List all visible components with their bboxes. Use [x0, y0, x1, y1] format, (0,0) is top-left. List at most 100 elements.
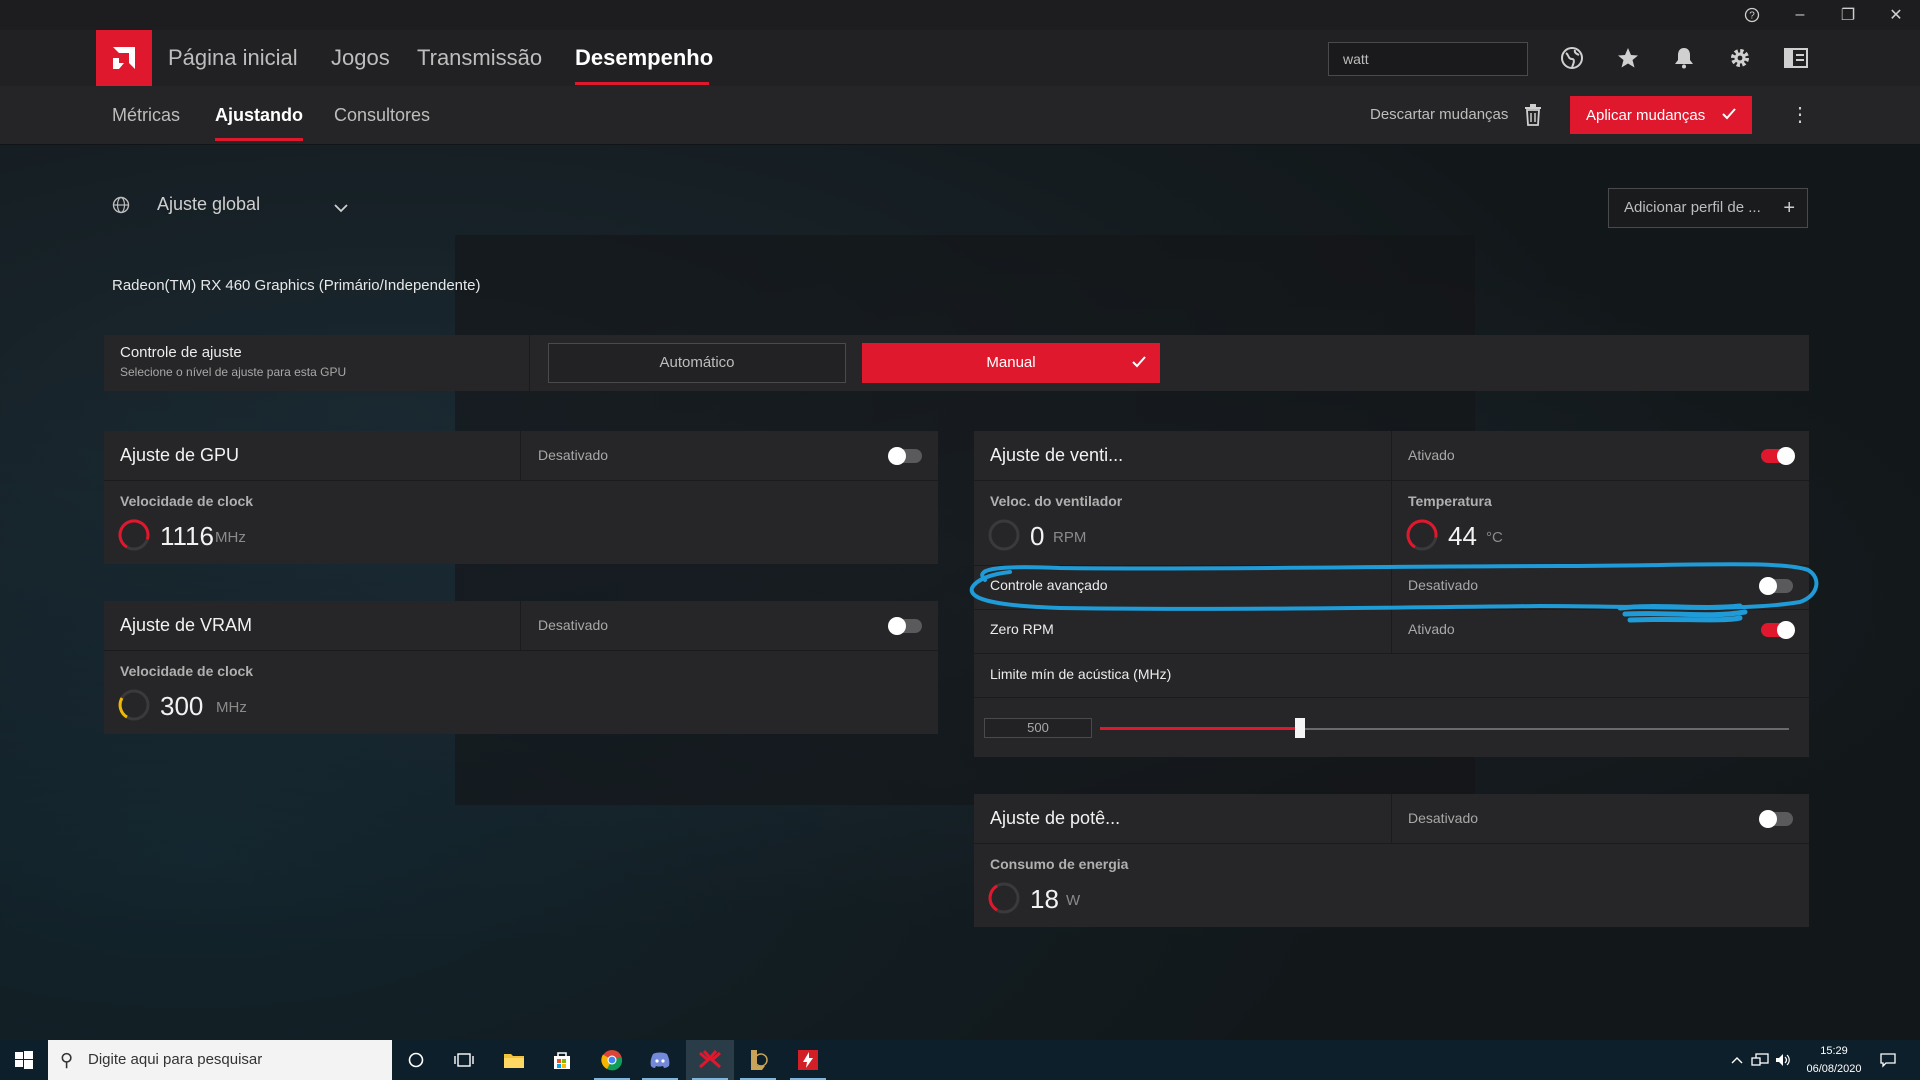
divider	[974, 653, 1809, 654]
divider	[520, 431, 521, 481]
nav-active-indicator	[575, 82, 709, 85]
manual-button[interactable]: Manual	[862, 343, 1160, 383]
title-bar: ? – ❐ ✕	[0, 0, 1920, 30]
divider	[1391, 481, 1392, 565]
zero-rpm-state: Ativado	[1408, 621, 1455, 637]
minimize-button[interactable]: –	[1776, 0, 1824, 30]
search-input[interactable]: watt	[1328, 42, 1528, 76]
tab-metrics[interactable]: Métricas	[112, 86, 180, 144]
vram-tuning-toggle[interactable]	[888, 617, 922, 635]
search-icon: ⚲	[60, 1050, 74, 1070]
nav-home[interactable]: Página inicial	[168, 30, 298, 86]
taskbar-search-placeholder: Digite aqui para pesquisar	[88, 1051, 263, 1068]
manual-label: Manual	[986, 354, 1036, 371]
nav-games[interactable]: Jogos	[331, 30, 390, 86]
fan-speed-gauge-icon	[988, 519, 1020, 551]
sub-navigation: Métricas Ajustando Consultores Descartar…	[0, 86, 1920, 144]
vram-clock-value: 300	[160, 691, 204, 721]
divider	[974, 697, 1809, 698]
star-icon[interactable]	[1614, 44, 1642, 72]
discard-changes-button[interactable]: Descartar mudanças	[1370, 86, 1508, 144]
taskbar-search-box[interactable]: ⚲ Digite aqui para pesquisar	[48, 1040, 392, 1080]
power-gauge-icon	[988, 882, 1020, 914]
notifications-icon[interactable]	[1872, 1040, 1904, 1080]
cortana-icon[interactable]	[392, 1040, 440, 1080]
globe-small-icon	[112, 196, 130, 219]
power-consumption-value: 18	[1030, 884, 1059, 914]
divider	[1391, 609, 1392, 653]
tab-tuning[interactable]: Ajustando	[215, 86, 303, 144]
gpu-clock-label: Velocidade de clock	[120, 493, 254, 509]
amd-logo-icon	[113, 47, 135, 69]
add-profile-button[interactable]: Adicionar perfil de ... +	[1608, 188, 1808, 228]
zero-rpm-toggle[interactable]	[1761, 621, 1795, 639]
trash-icon[interactable]	[1524, 104, 1542, 131]
discord-icon[interactable]	[636, 1040, 684, 1080]
system-clock[interactable]: 15:29 06/08/2020	[1786, 1042, 1882, 1078]
sidebar-panel-icon[interactable]	[1782, 44, 1810, 72]
global-tuning-dropdown[interactable]: Ajuste global	[157, 194, 260, 215]
add-profile-label: Adicionar perfil de ...	[1624, 199, 1761, 216]
temperature-gauge-icon	[1406, 519, 1438, 551]
vram-clock-label: Velocidade de clock	[120, 663, 254, 679]
acoustic-limit-input[interactable]: 500	[984, 718, 1092, 738]
fan-tuning-header: Ajuste de venti... Ativado	[974, 431, 1809, 481]
power-consumption-unit: W	[1066, 892, 1081, 909]
nav-streaming[interactable]: Transmissão	[417, 30, 542, 86]
temperature-unit: °C	[1486, 529, 1503, 546]
gpu-clock-value: 1116	[160, 521, 214, 551]
gpu-tuning-title: Ajuste de GPU	[120, 445, 240, 465]
chevron-down-icon[interactable]	[334, 200, 348, 218]
globe-icon[interactable]	[1558, 44, 1586, 72]
nav-performance[interactable]: Desempenho	[575, 30, 713, 86]
gpu-name: Radeon(TM) RX 460 Graphics (Primário/Ind…	[112, 277, 481, 294]
fan-speed-unit: RPM	[1053, 529, 1087, 546]
show-hidden-icons-chevron-icon[interactable]	[1728, 1040, 1746, 1080]
power-tuning-header: Ajuste de potê... Desativado	[974, 794, 1809, 844]
advanced-control-state: Desativado	[1408, 577, 1479, 593]
close-button[interactable]: ✕	[1872, 0, 1920, 30]
top-navigation: Página inicial Jogos Transmissão Desempe…	[0, 30, 1920, 86]
acoustic-limit-slider-thumb[interactable]	[1295, 718, 1305, 738]
bell-icon[interactable]	[1670, 44, 1698, 72]
task-view-icon[interactable]	[440, 1040, 488, 1080]
fan-speed-label: Veloc. do ventilador	[990, 493, 1123, 509]
more-options-icon[interactable]: ⋮	[1790, 101, 1810, 129]
league-of-legends-icon[interactable]	[734, 1040, 782, 1080]
temperature-label: Temperatura	[1408, 493, 1492, 509]
power-tuning-toggle[interactable]	[1759, 810, 1793, 828]
vram-tuning-header: Ajuste de VRAM Desativado	[104, 601, 938, 651]
chrome-icon[interactable]	[588, 1040, 636, 1080]
file-explorer-icon[interactable]	[490, 1040, 538, 1080]
checkmark-icon	[1722, 108, 1736, 120]
gpu-tuning-toggle[interactable]	[888, 447, 922, 465]
flash-app-icon[interactable]	[784, 1040, 832, 1080]
advanced-control-toggle[interactable]	[1759, 577, 1793, 595]
automatic-button[interactable]: Automático	[548, 343, 846, 383]
divider	[1391, 794, 1392, 844]
fan-tuning-toggle[interactable]	[1761, 447, 1795, 465]
gear-icon[interactable]	[1726, 44, 1754, 72]
network-icon[interactable]	[1748, 1040, 1772, 1080]
tab-active-indicator	[215, 138, 303, 141]
gpu-clock-unit: MHz	[215, 529, 246, 546]
amd-logo[interactable]	[96, 30, 152, 86]
vram-clock-gauge-icon	[118, 689, 150, 721]
power-tuning-title: Ajuste de potê...	[990, 808, 1121, 828]
windows-start-button[interactable]	[0, 1040, 48, 1080]
fan-tuning-state: Ativado	[1408, 447, 1455, 463]
store-icon[interactable]	[538, 1040, 586, 1080]
power-consumption-label: Consumo de energia	[990, 856, 1129, 872]
tuning-control-info: Controle de ajuste Selecione o nível de …	[104, 335, 530, 391]
fan-speed-value: 0	[1030, 521, 1045, 551]
clock-time: 15:29	[1820, 1045, 1848, 1057]
gpu-tuning-state: Desativado	[538, 447, 609, 463]
windows-logo-icon	[15, 1051, 33, 1069]
amd-radeon-taskbar-icon[interactable]	[686, 1040, 734, 1080]
zero-rpm-label: Zero RPM	[990, 621, 1054, 637]
tuning-control-title: Controle de ajuste	[120, 344, 242, 361]
restore-button[interactable]: ❐	[1824, 0, 1872, 30]
apply-changes-button[interactable]: Aplicar mudanças	[1570, 96, 1752, 134]
help-icon[interactable]: ?	[1728, 0, 1776, 30]
tab-advisors[interactable]: Consultores	[334, 86, 430, 144]
